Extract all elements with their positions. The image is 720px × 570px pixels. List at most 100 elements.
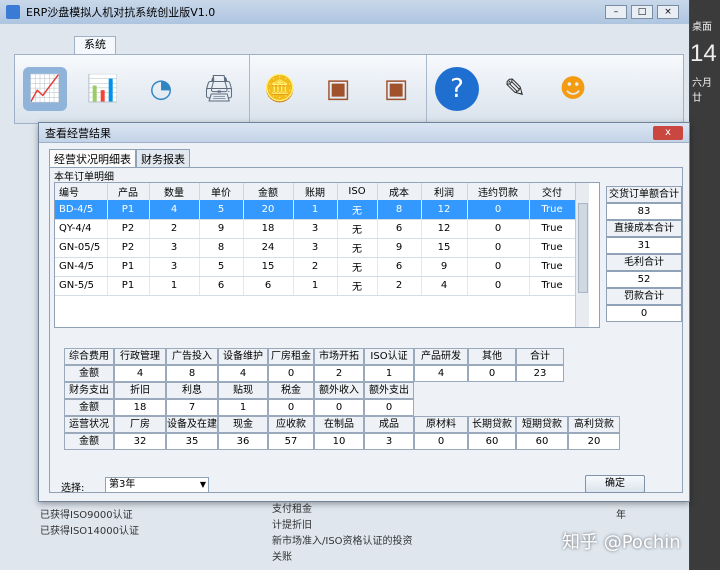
operations-value-8: 60 (468, 433, 516, 450)
cell-penalty: 0 (467, 200, 530, 220)
col-header-delivered[interactable]: 交付 (529, 183, 576, 200)
expenses-value-3: 4 (218, 365, 268, 382)
cell-penalty: 0 (467, 238, 530, 258)
cell-profit: 9 (421, 257, 468, 277)
maximize-button[interactable]: □ (631, 5, 653, 19)
cell-quantity: 2 (149, 219, 200, 239)
pie-chart-report-icon[interactable]: ◔ (139, 67, 183, 111)
cell-product: P1 (107, 276, 150, 296)
cell-id: QY-4/4 (55, 219, 108, 239)
orders-scrollbar[interactable] (575, 183, 589, 327)
finance-header-2: 利息 (166, 382, 218, 399)
operations-value-9: 60 (516, 433, 568, 450)
print-settings-icon[interactable]: 🖨 (197, 67, 241, 111)
operations-header-2: 设备及在建 (166, 416, 218, 433)
table-row[interactable]: GN-05/5 P2 3 8 24 3 无 9 15 0 True (55, 238, 576, 258)
desktop-strip: 桌面 14 六月廿 (690, 0, 720, 570)
add-crate-icon[interactable]: ▣ (316, 67, 360, 111)
cell-cost: 8 (377, 200, 422, 220)
col-header-product[interactable]: 产品 (107, 183, 150, 200)
table-row[interactable]: GN-5/5 P1 1 6 6 1 无 2 4 0 True (55, 276, 576, 296)
bar-chart-icon[interactable]: 📊 (81, 67, 125, 111)
ribbon-group-actions: 🪙 ▣ ▣ (250, 55, 427, 123)
col-header-iso[interactable]: ISO (337, 183, 378, 200)
operations-detail-panel: 本年订单明细 编号 产品 数量 单价 金额 账期 ISO 成本 利润 违约罚款 … (49, 167, 683, 493)
operations-header-3: 现金 (218, 416, 268, 433)
table-row[interactable]: QY-4/4 P2 2 9 18 3 无 6 12 0 True (55, 219, 576, 239)
expenses-value-9: 23 (516, 365, 564, 382)
operations-value-1: 32 (114, 433, 166, 450)
remove-crate-icon[interactable]: ▣ (374, 67, 418, 111)
cell-cost: 6 (377, 219, 422, 239)
ribbon-group-help: ? ✎ ☻ (427, 55, 603, 123)
table-row[interactable]: BD-4/5 P1 4 5 20 1 无 8 12 0 True (55, 200, 576, 220)
year-select[interactable]: 第3年 ▼ (105, 477, 209, 493)
cell-quantity: 1 (149, 276, 200, 296)
expenses-value-0: 金额 (64, 365, 114, 382)
cell-quantity: 4 (149, 200, 200, 220)
total-order-amount-label: 交货订单额合计 (606, 186, 682, 203)
desktop-clock: 14 (690, 40, 717, 67)
finance-value-2: 7 (166, 399, 218, 416)
tab-financial-report[interactable]: 财务报表 (136, 149, 190, 168)
cell-product: P1 (107, 257, 150, 277)
cell-cost: 2 (377, 276, 422, 296)
expenses-header-0: 综合费用 (64, 348, 114, 365)
total-penalty-label: 罚款合计 (606, 288, 682, 305)
cell-term: 1 (293, 200, 338, 220)
col-header-cost[interactable]: 成本 (377, 183, 422, 200)
finance-value-4: 0 (268, 399, 314, 416)
cell-unit-price: 5 (199, 257, 244, 277)
expenses-value-2: 8 (166, 365, 218, 382)
col-header-penalty[interactable]: 违约罚款 (467, 183, 530, 200)
toolbar-ribbon: 📈 📊 ◔ 🖨 🪙 ▣ ▣ ? ✎ ☻ (14, 54, 684, 124)
finance-value-6: 0 (364, 399, 414, 416)
cell-amount: 24 (243, 238, 294, 258)
chevron-down-icon[interactable]: ▼ (200, 478, 206, 492)
expenses-header-9: 合计 (516, 348, 564, 365)
cell-term: 2 (293, 257, 338, 277)
finance-header-0: 财务支出 (64, 382, 114, 399)
coins-icon[interactable]: 🪙 (258, 67, 302, 111)
col-header-term[interactable]: 账期 (293, 183, 338, 200)
expenses-value-7: 4 (414, 365, 468, 382)
cell-delivered: True (529, 200, 576, 220)
expenses-header-5: 市场开拓 (314, 348, 364, 365)
col-header-unit-price[interactable]: 单价 (199, 183, 244, 200)
col-header-quantity[interactable]: 数量 (149, 183, 200, 200)
exit-icon[interactable]: ☻ (551, 67, 595, 111)
minimize-button[interactable]: – (605, 5, 627, 19)
orders-table: 编号 产品 数量 单价 金额 账期 ISO 成本 利润 违约罚款 交付 BD-4… (55, 183, 576, 296)
cell-profit: 4 (421, 276, 468, 296)
bg-year-char: 年 (616, 510, 626, 521)
operations-header-1: 厂房 (114, 416, 166, 433)
cell-term: 3 (293, 238, 338, 258)
expenses-value-8: 0 (468, 365, 516, 382)
cell-product: P2 (107, 219, 150, 239)
col-header-profit[interactable]: 利润 (421, 183, 468, 200)
close-window-button[interactable]: × (657, 5, 679, 19)
expenses-value-5: 2 (314, 365, 364, 382)
bg-task-close: 关账 (272, 552, 292, 563)
col-header-amount[interactable]: 金额 (243, 183, 294, 200)
bg-task-rent: 支付租金 (272, 504, 312, 515)
cell-quantity: 3 (149, 238, 200, 258)
cell-id: GN-05/5 (55, 238, 108, 258)
certificate-icon[interactable]: ✎ (493, 67, 537, 111)
table-row[interactable]: GN-4/5 P1 3 5 15 2 无 6 9 0 True (55, 257, 576, 277)
scrollbar-thumb[interactable] (578, 203, 588, 293)
dialog-title: 查看经营结果 (45, 126, 111, 140)
help-icon[interactable]: ? (435, 67, 479, 111)
expenses-value-6: 1 (364, 365, 414, 382)
ok-button[interactable]: 确定 (585, 475, 645, 493)
dialog-close-button[interactable]: x (653, 125, 683, 140)
expenses-header-3: 设备维护 (218, 348, 268, 365)
finance-header-3: 贴现 (218, 382, 268, 399)
cell-product: P2 (107, 238, 150, 258)
menu-tab-system[interactable]: 系统 (74, 36, 116, 54)
cell-cost: 6 (377, 257, 422, 277)
line-chart-icon[interactable]: 📈 (23, 67, 67, 111)
col-header-id[interactable]: 编号 (55, 183, 108, 200)
app-title: ERP沙盘模拟人机对抗系统创业版V1.0 (26, 6, 216, 19)
tab-operations-detail[interactable]: 经营状况明细表 (49, 149, 136, 168)
